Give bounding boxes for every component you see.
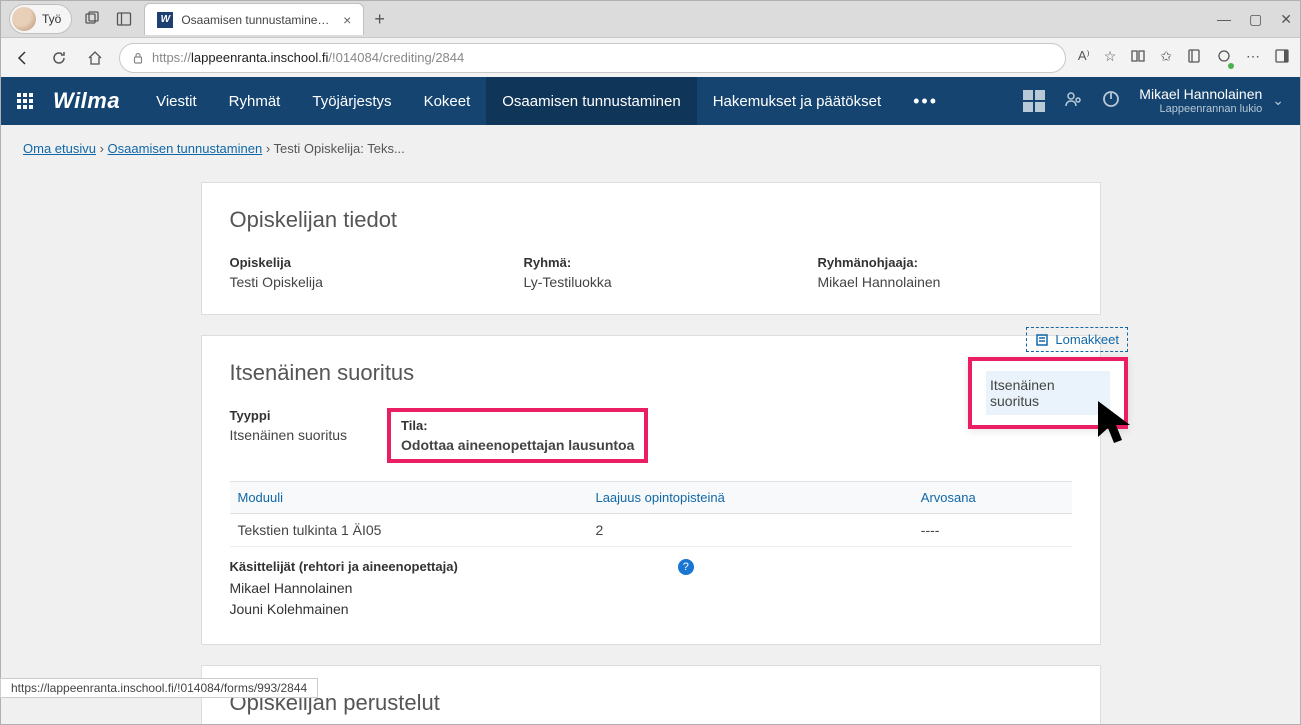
home-button[interactable] <box>83 46 107 70</box>
user-name: Mikael Hannolainen <box>1139 86 1262 103</box>
tab-actions-icon[interactable] <box>80 7 104 31</box>
supervisor-label: Ryhmänohjaaja: <box>818 255 1072 270</box>
handler-1: Mikael Hannolainen <box>230 578 458 599</box>
cell-scope: 2 <box>587 514 912 547</box>
status-label: Tila: <box>401 418 634 433</box>
col-module[interactable]: Moduuli <box>230 482 588 514</box>
cell-grade: ---- <box>913 514 1072 547</box>
main-nav: Viestit Ryhmät Työjärjestys Kokeet Osaam… <box>140 77 954 125</box>
status-highlight: Tila: Odottaa aineenopettajan lausuntoa <box>387 408 648 463</box>
cell-module: Tekstien tulkinta 1 ÄI05 <box>230 514 588 547</box>
collections-icon[interactable] <box>1186 48 1202 67</box>
status-value: Odottaa aineenopettajan lausuntoa <box>401 437 634 453</box>
nav-viestit[interactable]: Viestit <box>140 77 213 125</box>
dropdown-item-itsenainen[interactable]: Itsenäinen suoritus <box>986 371 1110 415</box>
tab-title: Osaamisen tunnustaminen Testi O <box>181 13 335 27</box>
support-icon[interactable] <box>1063 89 1083 112</box>
breadcrumb-home[interactable]: Oma etusivu <box>23 141 96 156</box>
chevron-down-icon: ⌄ <box>1272 92 1284 109</box>
close-tab-button[interactable]: × <box>343 12 351 28</box>
address-bar[interactable]: https://lappeenranta.inschool.fi/!014084… <box>119 43 1066 73</box>
url-path: /!014084/crediting/2844 <box>328 50 464 65</box>
power-icon[interactable] <box>1101 89 1121 112</box>
group-label: Ryhmä: <box>524 255 778 270</box>
back-button[interactable] <box>11 46 35 70</box>
new-tab-button[interactable]: + <box>364 9 395 30</box>
more-menu-icon[interactable]: ⋯ <box>1246 48 1260 67</box>
reason-title: Opiskelijan perustelut <box>230 690 1072 716</box>
handlers-label: Käsittelijät (rehtori ja aineenopettaja) <box>230 559 458 574</box>
vertical-tabs-icon[interactable] <box>112 7 136 31</box>
forms-button[interactable]: Lomakkeet <box>1026 327 1128 352</box>
nav-ryhmat[interactable]: Ryhmät <box>213 77 297 125</box>
tab-favicon-icon: W <box>157 12 173 28</box>
refresh-button[interactable] <box>47 46 71 70</box>
lock-icon <box>132 52 144 64</box>
nav-more-icon[interactable]: ••• <box>897 77 954 125</box>
browser-tab[interactable]: W Osaamisen tunnustaminen Testi O × <box>144 3 364 35</box>
independent-title: Itsenäinen suoritus <box>230 360 1072 386</box>
type-value: Itsenäinen suoritus <box>230 427 348 443</box>
reading-list-icon[interactable] <box>1130 48 1146 67</box>
forms-label: Lomakkeet <box>1055 332 1119 347</box>
qr-code-icon[interactable] <box>1023 90 1045 112</box>
minimize-button[interactable]: — <box>1217 11 1231 28</box>
breadcrumb-current: Testi Opiskelija: Teks... <box>274 141 405 156</box>
nav-osaamisen-tunnustaminen[interactable]: Osaamisen tunnustaminen <box>486 77 696 125</box>
breadcrumb: Oma etusivu › Osaamisen tunnustaminen › … <box>1 125 1300 172</box>
sidebar-toggle-icon[interactable] <box>1274 48 1290 67</box>
student-name: Testi Opiskelija <box>230 274 484 290</box>
col-scope[interactable]: Laajuus opintopisteinä <box>587 482 912 514</box>
user-school: Lappeenrannan lukio <box>1139 103 1262 116</box>
help-icon[interactable]: ? <box>678 559 694 575</box>
favorites-bar-icon[interactable]: ✩ <box>1160 48 1172 67</box>
nav-hakemukset[interactable]: Hakemukset ja päätökset <box>697 77 897 125</box>
student-label: Opiskelija <box>230 255 484 270</box>
url-host: lappeenranta.inschool.fi <box>191 50 328 65</box>
maximize-button[interactable]: ▢ <box>1249 11 1262 28</box>
reason-card: Opiskelijan perustelut Moduulin suoritta… <box>201 665 1101 724</box>
favorite-icon[interactable]: ☆ <box>1104 48 1117 67</box>
status-bar: https://lappeenranta.inschool.fi/!014084… <box>0 678 318 698</box>
form-icon <box>1035 333 1049 347</box>
read-aloud-icon[interactable]: A⁾ <box>1078 48 1090 67</box>
supervisor-value: Mikael Hannolainen <box>818 274 1072 290</box>
type-label: Tyyppi <box>230 408 348 423</box>
student-details-card: Opiskelijan tiedot Opiskelija Testi Opis… <box>201 182 1101 315</box>
url-scheme: https:// <box>152 50 191 65</box>
profile-selector[interactable]: Työ <box>9 4 72 34</box>
breadcrumb-crediting[interactable]: Osaamisen tunnustaminen <box>108 141 263 156</box>
logo[interactable]: Wilma <box>49 88 140 114</box>
col-grade[interactable]: Arvosana <box>913 482 1072 514</box>
independent-card: Itsenäinen suoritus Tyyppi Itsenäinen su… <box>201 335 1101 645</box>
user-menu[interactable]: Mikael Hannolainen Lappeenrannan lukio ⌄ <box>1139 86 1284 116</box>
group-value: Ly-Testiluokka <box>524 274 778 290</box>
student-card-title: Opiskelijan tiedot <box>230 207 1072 233</box>
extension-icon[interactable] <box>1216 48 1232 67</box>
close-window-button[interactable]: ✕ <box>1280 11 1292 28</box>
module-table: Moduuli Laajuus opintopisteinä Arvosana … <box>230 481 1072 547</box>
forms-dropdown: Itsenäinen suoritus <box>968 357 1128 429</box>
profile-label: Työ <box>42 12 61 26</box>
app-launcher-icon[interactable] <box>1 92 49 110</box>
nav-tyojarjestys[interactable]: Työjärjestys <box>296 77 407 125</box>
handler-2: Jouni Kolehmainen <box>230 599 458 620</box>
avatar <box>12 7 36 31</box>
table-row: Tekstien tulkinta 1 ÄI05 2 ---- <box>230 514 1072 547</box>
nav-kokeet[interactable]: Kokeet <box>408 77 487 125</box>
